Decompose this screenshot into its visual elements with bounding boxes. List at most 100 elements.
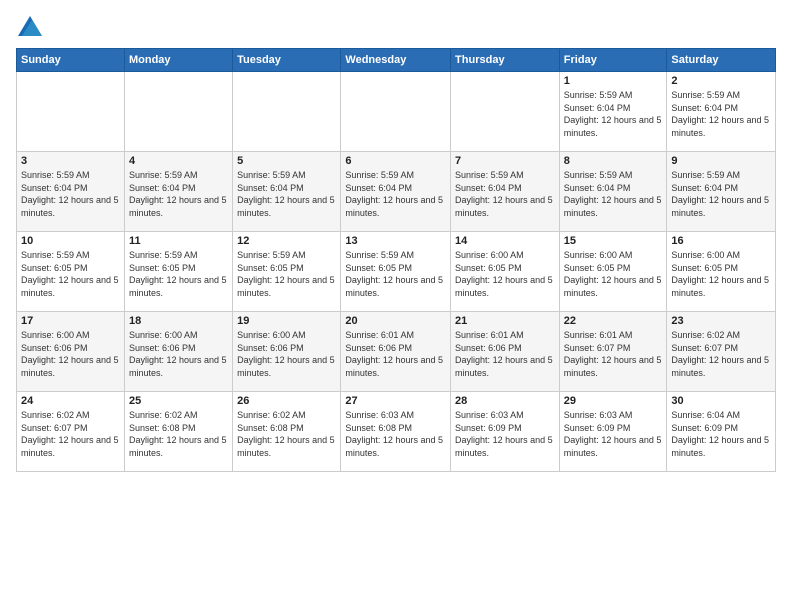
calendar-cell: 17 Sunrise: 6:00 AM Sunset: 6:06 PM Dayli… [17,312,125,392]
calendar-cell: 6Sunrise: 5:59 AM Sunset: 6:04 PM Daylig… [341,152,451,232]
calendar-week-5: 24Sunrise: 6:02 AM Sunset: 6:07 PM Dayli… [17,392,776,472]
day-number: 2 [671,75,771,87]
calendar-cell: 19 Sunrise: 6:00 AM Sunset: 6:06 PM Dayli… [233,312,341,392]
calendar-cell [124,72,232,152]
day-number: 14 [455,235,555,247]
day-number: 1 [564,75,663,87]
day-number: 3 [21,155,120,167]
day-info: Sunrise: 5:59 AM Sunset: 6:05 PM Dayligh… [21,249,120,299]
calendar-cell [233,72,341,152]
day-number: 10 [21,235,120,247]
calendar-cell: 15 Sunrise: 6:00 AM Sunset: 6:05 PM Dayli… [559,232,667,312]
calendar-cell [17,72,125,152]
day-info: Sunrise: 6:00 AM Sunset: 6:06 PM Dayligh… [129,329,228,379]
page-container: SundayMondayTuesdayWednesdayThursdayFrid… [0,0,792,480]
weekday-header-sunday: Sunday [17,49,125,72]
calendar-cell: 13Sunrise: 5:59 AM Sunset: 6:05 PM Dayli… [341,232,451,312]
day-info: Sunrise: 5:59 AM Sunset: 6:04 PM Dayligh… [21,169,120,219]
calendar-cell: 4 Sunrise: 5:59 AM Sunset: 6:04 PM Daylig… [124,152,232,232]
day-number: 4 [129,155,228,167]
calendar-cell: 24Sunrise: 6:02 AM Sunset: 6:07 PM Dayli… [17,392,125,472]
day-number: 24 [21,395,120,407]
day-number: 22 [564,315,663,327]
day-number: 27 [345,395,446,407]
day-info: Sunrise: 5:59 AM Sunset: 6:05 PM Dayligh… [345,249,446,299]
day-number: 30 [671,395,771,407]
day-info: Sunrise: 5:59 AM Sunset: 6:04 PM Dayligh… [129,169,228,219]
day-number: 29 [564,395,663,407]
calendar-cell: 22 Sunrise: 6:01 AM Sunset: 6:07 PM Dayli… [559,312,667,392]
calendar-cell: 25 Sunrise: 6:02 AM Sunset: 6:08 PM Dayli… [124,392,232,472]
day-info: Sunrise: 6:03 AM Sunset: 6:09 PM Dayligh… [564,409,663,459]
day-info: Sunrise: 6:02 AM Sunset: 6:07 PM Dayligh… [671,329,771,379]
day-info: Sunrise: 6:03 AM Sunset: 6:08 PM Dayligh… [345,409,446,459]
calendar-cell: 11Sunrise: 5:59 AM Sunset: 6:05 PM Dayli… [124,232,232,312]
weekday-header-monday: Monday [124,49,232,72]
calendar-cell: 1 Sunrise: 5:59 AM Sunset: 6:04 PM Daylig… [559,72,667,152]
calendar-cell: 23 Sunrise: 6:02 AM Sunset: 6:07 PM Dayli… [667,312,776,392]
day-number: 28 [455,395,555,407]
calendar-body: 1 Sunrise: 5:59 AM Sunset: 6:04 PM Daylig… [17,72,776,472]
day-number: 21 [455,315,555,327]
calendar-cell: 27 Sunrise: 6:03 AM Sunset: 6:08 PM Dayli… [341,392,451,472]
calendar-cell [341,72,451,152]
day-info: Sunrise: 5:59 AM Sunset: 6:04 PM Dayligh… [671,169,771,219]
calendar-cell: 28 Sunrise: 6:03 AM Sunset: 6:09 PM Dayli… [451,392,560,472]
day-number: 23 [671,315,771,327]
day-number: 8 [564,155,663,167]
calendar-cell: 30 Sunrise: 6:04 AM Sunset: 6:09 PM Dayli… [667,392,776,472]
calendar-cell: 7 Sunrise: 5:59 AM Sunset: 6:04 PM Daylig… [451,152,560,232]
day-info: Sunrise: 5:59 AM Sunset: 6:04 PM Dayligh… [671,89,771,139]
day-info: Sunrise: 6:00 AM Sunset: 6:05 PM Dayligh… [564,249,663,299]
day-info: Sunrise: 6:01 AM Sunset: 6:06 PM Dayligh… [345,329,446,379]
day-number: 6 [345,155,446,167]
calendar-cell: 20 Sunrise: 6:01 AM Sunset: 6:06 PM Dayli… [341,312,451,392]
calendar-week-3: 10 Sunrise: 5:59 AM Sunset: 6:05 PM Dayli… [17,232,776,312]
weekday-header-wednesday: Wednesday [341,49,451,72]
day-number: 9 [671,155,771,167]
calendar-cell: 3 Sunrise: 5:59 AM Sunset: 6:04 PM Daylig… [17,152,125,232]
calendar-cell: 5 Sunrise: 5:59 AM Sunset: 6:04 PM Daylig… [233,152,341,232]
day-info: Sunrise: 6:00 AM Sunset: 6:05 PM Dayligh… [671,249,771,299]
day-number: 25 [129,395,228,407]
weekday-header-row: SundayMondayTuesdayWednesdayThursdayFrid… [17,49,776,72]
day-info: Sunrise: 5:59 AM Sunset: 6:05 PM Dayligh… [129,249,228,299]
weekday-header-saturday: Saturday [667,49,776,72]
day-info: Sunrise: 6:04 AM Sunset: 6:09 PM Dayligh… [671,409,771,459]
day-info: Sunrise: 5:59 AM Sunset: 6:04 PM Dayligh… [455,169,555,219]
calendar-cell: 10 Sunrise: 5:59 AM Sunset: 6:05 PM Dayli… [17,232,125,312]
day-info: Sunrise: 6:01 AM Sunset: 6:07 PM Dayligh… [564,329,663,379]
calendar-week-4: 17 Sunrise: 6:00 AM Sunset: 6:06 PM Dayli… [17,312,776,392]
day-number: 26 [237,395,336,407]
weekday-header-thursday: Thursday [451,49,560,72]
calendar-cell [451,72,560,152]
day-number: 15 [564,235,663,247]
logo [16,16,42,36]
day-number: 5 [237,155,336,167]
day-number: 12 [237,235,336,247]
day-info: Sunrise: 6:02 AM Sunset: 6:08 PM Dayligh… [129,409,228,459]
day-info: Sunrise: 6:00 AM Sunset: 6:06 PM Dayligh… [237,329,336,379]
day-number: 17 [21,315,120,327]
weekday-header-tuesday: Tuesday [233,49,341,72]
day-number: 16 [671,235,771,247]
day-info: Sunrise: 5:59 AM Sunset: 6:04 PM Dayligh… [564,89,663,139]
header [16,16,776,36]
day-number: 7 [455,155,555,167]
calendar-cell: 18Sunrise: 6:00 AM Sunset: 6:06 PM Dayli… [124,312,232,392]
day-info: Sunrise: 6:00 AM Sunset: 6:06 PM Dayligh… [21,329,120,379]
calendar-cell: 9 Sunrise: 5:59 AM Sunset: 6:04 PM Daylig… [667,152,776,232]
day-number: 19 [237,315,336,327]
day-info: Sunrise: 5:59 AM Sunset: 6:05 PM Dayligh… [237,249,336,299]
day-info: Sunrise: 5:59 AM Sunset: 6:04 PM Dayligh… [237,169,336,219]
calendar-table: SundayMondayTuesdayWednesdayThursdayFrid… [16,48,776,472]
day-info: Sunrise: 6:00 AM Sunset: 6:05 PM Dayligh… [455,249,555,299]
day-info: Sunrise: 6:03 AM Sunset: 6:09 PM Dayligh… [455,409,555,459]
day-info: Sunrise: 6:01 AM Sunset: 6:06 PM Dayligh… [455,329,555,379]
calendar-week-1: 1 Sunrise: 5:59 AM Sunset: 6:04 PM Daylig… [17,72,776,152]
weekday-header-friday: Friday [559,49,667,72]
day-number: 20 [345,315,446,327]
calendar-header: SundayMondayTuesdayWednesdayThursdayFrid… [17,49,776,72]
day-info: Sunrise: 5:59 AM Sunset: 6:04 PM Dayligh… [564,169,663,219]
calendar-cell: 26Sunrise: 6:02 AM Sunset: 6:08 PM Dayli… [233,392,341,472]
